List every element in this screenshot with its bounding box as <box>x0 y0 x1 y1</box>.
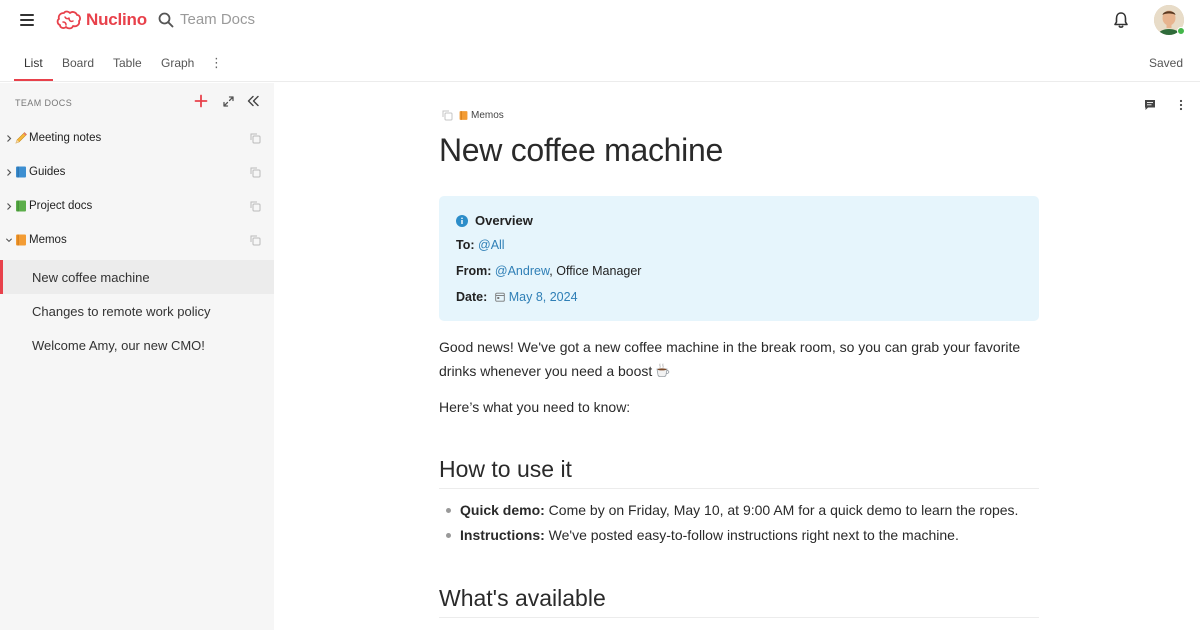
sidebar: TEAM DOCS Meeting notes Guides Project d… <box>0 83 274 630</box>
workspace-search-label[interactable]: Team Docs <box>180 11 255 28</box>
bullet-bold: Instructions: <box>460 527 545 543</box>
top-bar: Nuclino Team Docs <box>0 0 1200 40</box>
to-label: To: <box>456 238 475 252</box>
callout-to-row: To: @All <box>456 238 505 252</box>
bullet-dot <box>446 508 451 513</box>
pencil-icon <box>15 132 27 144</box>
green-book-icon <box>16 200 26 212</box>
coffee-icon <box>656 363 670 377</box>
app-logo[interactable]: Nuclino <box>56 8 147 32</box>
brain-logo-icon <box>56 10 81 30</box>
intro-text: Good news! We've got a new coffee machin… <box>439 339 1021 379</box>
callout-title: Overview <box>475 213 533 228</box>
sidebar-item-guides[interactable]: Guides <box>0 156 274 190</box>
active-tab-indicator <box>14 79 53 81</box>
bell-icon[interactable] <box>1113 11 1129 29</box>
chevron-down-icon[interactable] <box>5 236 13 245</box>
sidebar-item-new-coffee-machine[interactable]: New coffee machine <box>0 260 274 294</box>
bullet-text: Come by on Friday, May 10, at 9:00 AM fo… <box>544 502 1019 518</box>
add-item-icon[interactable] <box>194 94 208 108</box>
copy-icon[interactable] <box>250 235 261 246</box>
sidebar-item-label: Changes to remote work policy <box>32 304 211 319</box>
from-label: From: <box>456 264 492 278</box>
copy-icon[interactable] <box>250 201 261 212</box>
tab-table[interactable]: Table <box>113 56 142 70</box>
tab-list[interactable]: List <box>24 56 43 70</box>
orange-book-icon <box>16 234 26 246</box>
mention-andrew[interactable]: @Andrew <box>495 264 549 278</box>
section-heading-whats-available[interactable]: What's available <box>439 585 1039 618</box>
sidebar-item-label: Welcome Amy, our new CMO! <box>32 338 205 353</box>
tab-graph[interactable]: Graph <box>161 56 194 70</box>
date-value[interactable]: May 8, 2024 <box>509 290 578 304</box>
tab-board[interactable]: Board <box>62 56 94 70</box>
page-title[interactable]: New coffee machine <box>439 132 723 169</box>
search-icon[interactable] <box>158 12 174 28</box>
sidebar-title: TEAM DOCS <box>15 98 73 108</box>
orange-book-icon <box>459 110 468 120</box>
intro-paragraph[interactable]: Good news! We've got a new coffee machin… <box>439 335 1039 383</box>
sidebar-item-label: Guides <box>29 166 66 178</box>
more-views-icon[interactable]: ⋮ <box>210 56 223 69</box>
save-status: Saved <box>1148 56 1183 70</box>
sidebar-item-label: Memos <box>29 234 67 246</box>
expand-all-icon[interactable] <box>223 96 234 107</box>
sidebar-item-memos[interactable]: Memos <box>0 224 274 258</box>
chevron-right-icon[interactable] <box>6 134 12 143</box>
breadcrumb[interactable]: Memos <box>442 108 504 122</box>
intro-paragraph-2[interactable]: Here’s what you need to know: <box>439 395 1039 419</box>
chevron-right-icon[interactable] <box>6 168 12 177</box>
copy-icon[interactable] <box>250 133 261 144</box>
sidebar-item-project-docs[interactable]: Project docs <box>0 190 274 224</box>
from-role: , Office Manager <box>549 264 642 278</box>
list-item[interactable]: Quick demo: Come by on Friday, May 10, a… <box>446 502 1018 518</box>
sidebar-item-label: New coffee machine <box>32 270 150 285</box>
date-label: Date: <box>456 290 488 304</box>
sidebar-item-label: Meeting notes <box>29 132 102 144</box>
sidebar-item-meeting-notes[interactable]: Meeting notes <box>0 122 274 156</box>
blue-book-icon <box>16 166 26 178</box>
sidebar-item-remote-work-policy[interactable]: Changes to remote work policy <box>0 294 274 328</box>
callout-date-row: Date: May 8, 2024 <box>456 290 578 304</box>
overview-callout: Overview To: @All From: @Andrew, Office … <box>439 196 1039 321</box>
sidebar-item-label: Project docs <box>29 200 93 212</box>
collapse-sidebar-icon[interactable] <box>246 95 260 107</box>
mention-all[interactable]: @All <box>478 238 505 252</box>
view-tabs: List Board Table Graph ⋮ Saved <box>0 44 1200 82</box>
bullet-text: We've posted easy-to-follow instructions… <box>544 527 959 543</box>
bullet-dot <box>446 533 451 538</box>
menu-icon[interactable] <box>20 14 34 26</box>
online-status-dot <box>1177 27 1185 35</box>
section-heading-how-to-use[interactable]: How to use it <box>439 456 1039 489</box>
copy-icon <box>442 110 453 120</box>
calendar-icon <box>494 292 505 302</box>
copy-icon[interactable] <box>250 167 261 178</box>
breadcrumb-label[interactable]: Memos <box>471 110 504 121</box>
chevron-right-icon[interactable] <box>6 202 12 211</box>
comments-icon[interactable] <box>1144 99 1156 111</box>
sidebar-item-welcome-amy[interactable]: Welcome Amy, our new CMO! <box>0 328 274 362</box>
info-icon <box>456 215 468 227</box>
callout-from-row: From: @Andrew, Office Manager <box>456 264 641 278</box>
bullet-bold: Quick demo: <box>460 502 545 518</box>
list-item[interactable]: Instructions: We've posted easy-to-follo… <box>446 527 959 543</box>
app-name: Nuclino <box>86 10 147 29</box>
more-options-icon[interactable] <box>1178 99 1184 111</box>
